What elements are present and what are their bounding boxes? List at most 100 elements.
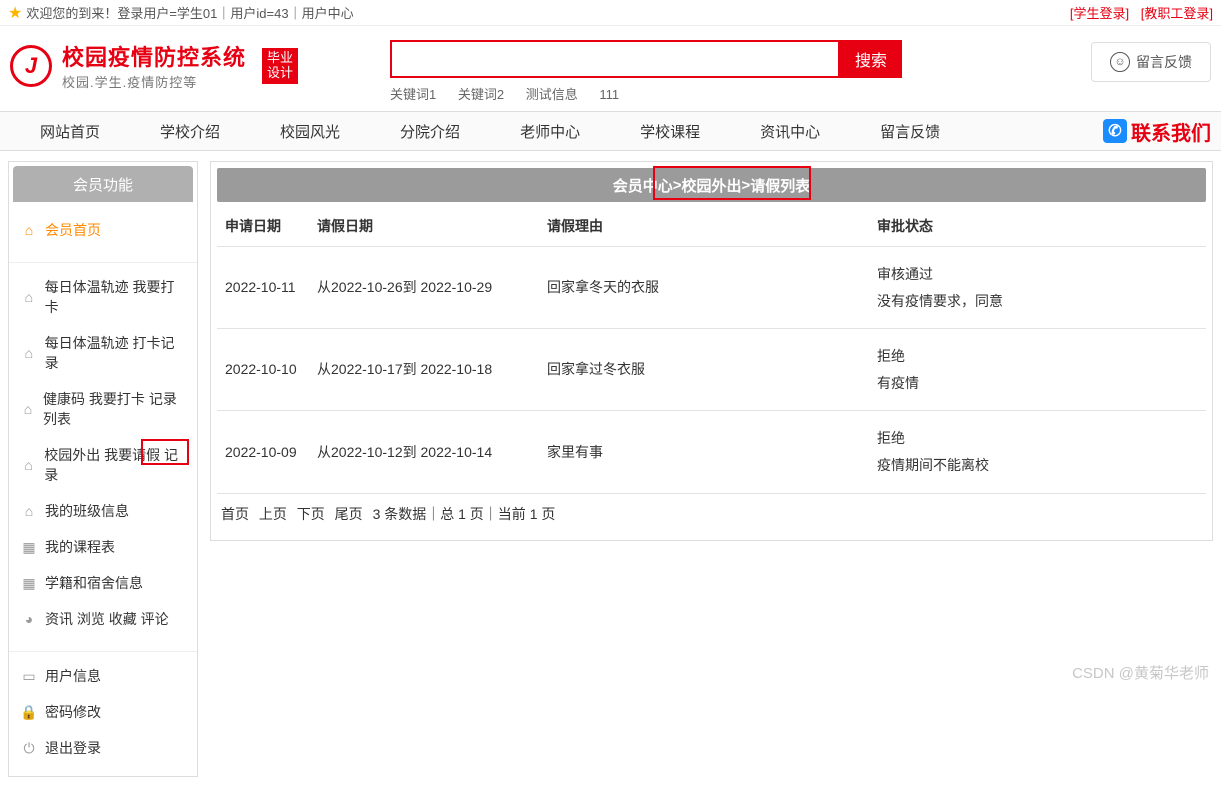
nav-contact[interactable]: ✆ 联系我们 <box>1103 117 1211 146</box>
nav-school-intro[interactable]: 学校介绍 <box>130 121 250 142</box>
breadcrumb: 会员中心 > 校园外出 > 请假列表 <box>217 168 1206 202</box>
cell-range: 从2022-10-26到 2022-10-29 <box>309 247 539 329</box>
keyword-link[interactable]: 关键词1 <box>390 87 436 102</box>
cell-status: 审核通过 没有疫情要求，同意 <box>869 247 1206 329</box>
sidebar-item-temp-records[interactable]: ⌂ 每日体温轨迹 打卡记录 <box>19 325 187 381</box>
breadcrumb-a[interactable]: 会员中心 <box>613 175 673 196</box>
breadcrumb-sep: > <box>742 177 751 194</box>
pager-last[interactable]: 尾页 <box>335 506 363 522</box>
house-icon: ⌂ <box>21 457 36 473</box>
th-leave-date: 请假日期 <box>309 206 539 247</box>
site-title: 校园疫情防控系统 <box>62 40 246 72</box>
badge-line1: 毕业 <box>267 51 293 65</box>
pager-prev[interactable]: 上页 <box>259 506 287 522</box>
sidebar-item-label: 校园外出 我要请假 记录 <box>44 445 185 485</box>
phone-icon: ✆ <box>1103 119 1127 143</box>
cell-reason: 回家拿冬天的衣服 <box>539 247 869 329</box>
lock-icon: 🔒 <box>21 704 37 721</box>
table-row: 2022-10-11 从2022-10-26到 2022-10-29 回家拿冬天… <box>217 247 1206 329</box>
badge-line2: 设计 <box>267 66 293 80</box>
cell-apply: 2022-10-11 <box>217 247 309 329</box>
cell-status: 拒绝 有疫情 <box>869 329 1206 411</box>
table-row: 2022-10-10 从2022-10-17到 2022-10-18 回家拿过冬… <box>217 329 1206 411</box>
nav-feedback[interactable]: 留言反馈 <box>850 121 970 142</box>
clock-icon: ◕ <box>21 611 37 627</box>
nav-home[interactable]: 网站首页 <box>10 121 130 142</box>
grid-icon: ▦ <box>21 575 37 592</box>
feedback-button[interactable]: ☺ 留言反馈 <box>1091 42 1211 82</box>
sidebar-item-label: 每日体温轨迹 打卡记录 <box>45 333 185 373</box>
main-area: 会员功能 ⌂ 会员首页 ⌂ 每日体温轨迹 我要打卡 ⌂ 每日体温轨迹 打卡记录 … <box>0 151 1221 797</box>
breadcrumb-b[interactable]: 校园外出 <box>681 175 741 196</box>
sidebar-item-label: 用户信息 <box>45 666 101 686</box>
home-icon: ⌂ <box>21 222 37 238</box>
sidebar-item-member-home[interactable]: ⌂ 会员首页 <box>19 212 187 248</box>
main-nav: 网站首页 学校介绍 校园风光 分院介绍 老师中心 学校课程 资讯中心 留言反馈 … <box>0 111 1221 151</box>
sidebar-item-label: 资讯 浏览 收藏 评论 <box>45 609 169 629</box>
search-button[interactable]: 搜索 <box>840 40 902 78</box>
cell-reason: 家里有事 <box>539 411 869 493</box>
breadcrumb-sep: > <box>673 177 682 194</box>
sidebar-item-password[interactable]: 🔒 密码修改 <box>19 694 187 730</box>
cell-apply: 2022-10-09 <box>217 411 309 493</box>
keyword-link[interactable]: 关键词2 <box>458 87 504 102</box>
sidebar-item-label: 健康码 我要打卡 记录列表 <box>43 389 185 429</box>
sidebar-item-schedule[interactable]: ▦ 我的课程表 <box>19 529 187 565</box>
cell-reason: 回家拿过冬衣服 <box>539 329 869 411</box>
status-line2: 没有疫情要求，同意 <box>877 288 1198 315</box>
contact-label: 联系我们 <box>1131 117 1211 146</box>
cell-range: 从2022-10-17到 2022-10-18 <box>309 329 539 411</box>
badge-box: 毕业 设计 <box>262 48 298 84</box>
nav-teacher-center[interactable]: 老师中心 <box>490 121 610 142</box>
th-apply-date: 申请日期 <box>217 206 309 247</box>
sidebar-item-label: 密码修改 <box>45 702 101 722</box>
nav-courses[interactable]: 学校课程 <box>610 121 730 142</box>
staff-login-link[interactable]: [教职工登录] <box>1141 6 1213 21</box>
table-header-row: 申请日期 请假日期 请假理由 审批状态 <box>217 206 1206 247</box>
nav-branch-intro[interactable]: 分院介绍 <box>370 121 490 142</box>
sidebar-item-health-code[interactable]: ⌂ 健康码 我要打卡 记录列表 <box>19 381 187 437</box>
sidebar-item-news-browse[interactable]: ◕ 资讯 浏览 收藏 评论 <box>19 601 187 637</box>
welcome-text: ★ 欢迎您的到来！登录用户=学生01｜用户id=43｜用户中心 <box>8 3 354 23</box>
status-line1: 拒绝 <box>877 343 1198 370</box>
sidebar-item-label: 我的课程表 <box>45 537 115 557</box>
logo-text: 校园疫情防控系统 校园.学生.疫情防控等 <box>62 40 246 91</box>
feedback-label: 留言反馈 <box>1136 52 1192 72</box>
search-input[interactable] <box>390 40 840 78</box>
cell-apply: 2022-10-10 <box>217 329 309 411</box>
student-login-link[interactable]: [学生登录] <box>1070 6 1129 21</box>
sidebar-item-label: 每日体温轨迹 我要打卡 <box>45 277 185 317</box>
keyword-link[interactable]: 测试信息 <box>526 87 578 102</box>
keyword-link[interactable]: 111 <box>599 87 619 102</box>
cell-status: 拒绝 疫情期间不能离校 <box>869 411 1206 493</box>
cell-range: 从2022-10-12到 2022-10-14 <box>309 411 539 493</box>
status-line1: 拒绝 <box>877 425 1198 452</box>
power-icon: ⏻ <box>21 740 37 757</box>
sidebar-item-class-info[interactable]: ⌂ 我的班级信息 <box>19 493 187 529</box>
headset-icon: ☺ <box>1110 52 1130 72</box>
house-icon: ⌂ <box>21 503 37 519</box>
nav-campus-scenery[interactable]: 校园风光 <box>250 121 370 142</box>
logo-block: J 校园疫情防控系统 校园.学生.疫情防控等 毕业 设计 <box>10 40 340 91</box>
table-row: 2022-10-09 从2022-10-12到 2022-10-14 家里有事 … <box>217 411 1206 493</box>
sidebar-item-leave-records[interactable]: ⌂ 校园外出 我要请假 记录 <box>19 437 187 493</box>
nav-news[interactable]: 资讯中心 <box>730 121 850 142</box>
top-right-links: [学生登录] [教职工登录] <box>1062 3 1213 22</box>
pager-summary: 3 条数据｜总 1 页｜当前 1 页 <box>373 506 556 522</box>
sidebar-title: 会员功能 <box>13 166 193 202</box>
sidebar-item-temp-checkin[interactable]: ⌂ 每日体温轨迹 我要打卡 <box>19 269 187 325</box>
sidebar-item-logout[interactable]: ⏻ 退出登录 <box>19 730 187 766</box>
sidebar-item-student-dorm[interactable]: ▦ 学籍和宿舍信息 <box>19 565 187 601</box>
breadcrumb-c[interactable]: 请假列表 <box>750 175 810 196</box>
th-reason: 请假理由 <box>539 206 869 247</box>
status-line2: 疫情期间不能离校 <box>877 452 1198 479</box>
welcome-label: 欢迎您的到来！登录用户=学生01｜用户id=43｜用户中心 <box>26 3 353 22</box>
content-panel: 会员中心 > 校园外出 > 请假列表 申请日期 请假日期 请假理由 审批状态 2… <box>210 161 1213 541</box>
header: J 校园疫情防控系统 校园.学生.疫情防控等 毕业 设计 搜索 关键词1 关键词… <box>0 26 1221 111</box>
pager-next[interactable]: 下页 <box>297 506 325 522</box>
house-icon: ⌂ <box>21 401 35 417</box>
sidebar: 会员功能 ⌂ 会员首页 ⌂ 每日体温轨迹 我要打卡 ⌂ 每日体温轨迹 打卡记录 … <box>8 161 198 777</box>
pager-first[interactable]: 首页 <box>221 506 249 522</box>
site-subtitle: 校园.学生.疫情防控等 <box>62 72 246 91</box>
search-keywords: 关键词1 关键词2 测试信息 111 <box>390 84 1051 103</box>
